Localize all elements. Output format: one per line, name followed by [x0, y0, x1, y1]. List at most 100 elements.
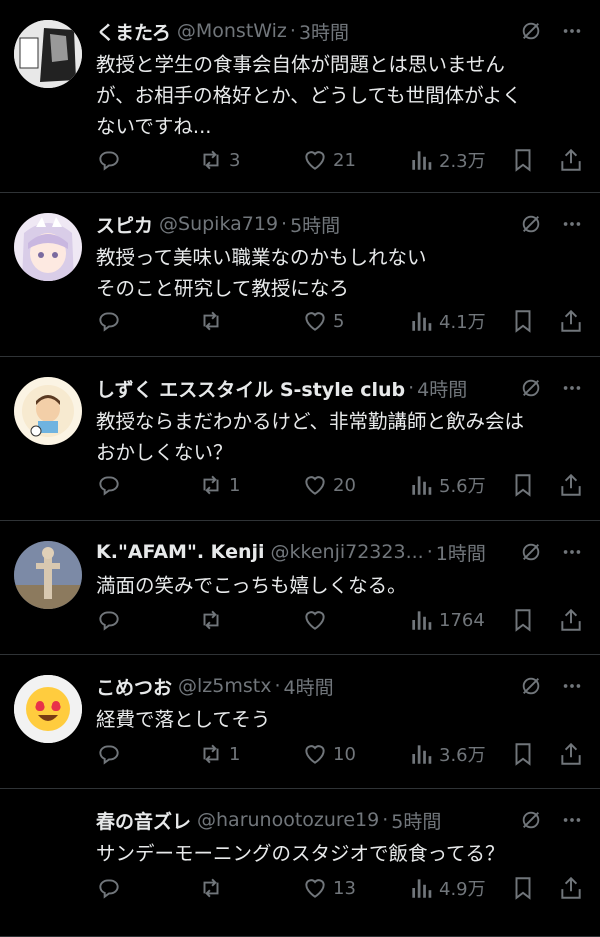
grok-icon[interactable] [520, 20, 542, 42]
tweet[interactable]: くまたろ @MonstWiz · 3時間 教授と学生の食事会自体が問題とは思いま… [0, 0, 600, 193]
timestamp[interactable]: 5時間 [391, 807, 441, 834]
author-name[interactable]: 春の音ズレ [96, 807, 191, 834]
author-handle[interactable]: @kkenji72323... [271, 541, 424, 563]
grok-icon[interactable] [520, 675, 542, 697]
bookmark-icon [515, 609, 531, 632]
view-count: 3.6万 [439, 745, 486, 766]
grok-icon[interactable] [520, 213, 542, 235]
tweet[interactable]: しずく エススタイル S-style club · 4時間 教授ならまだわかるけ… [0, 357, 600, 521]
views-button[interactable]: 3.6万 [408, 741, 486, 767]
tweet[interactable]: 春の音ズレ @harunootozure19 · 5時間 サンデーモーニングのス… [0, 789, 600, 937]
share-button[interactable] [558, 147, 584, 173]
like-button[interactable]: 21 [302, 147, 356, 173]
retweet-icon [203, 150, 219, 170]
bookmark-button[interactable] [510, 308, 536, 334]
tweet-text: 経費で落としてそう [96, 708, 271, 731]
like-button[interactable] [302, 607, 333, 633]
bookmark-button[interactable] [510, 741, 536, 767]
bookmark-button[interactable] [510, 472, 536, 498]
like-count: 13 [333, 877, 356, 899]
bookmark-button[interactable] [510, 875, 536, 901]
grok-icon[interactable] [520, 809, 542, 831]
author-name[interactable]: くまたろ [96, 18, 171, 45]
tweet[interactable]: スピカ @Supika719 · 5時間 教授って美味い職業なのかもしれない そ… [0, 193, 600, 357]
reply-button[interactable] [96, 607, 122, 633]
more-options-icon[interactable] [560, 541, 584, 563]
tweet-text: 教授って美味い職業なのかもしれない そのこと研究して教授になろ [96, 246, 427, 300]
like-button[interactable]: 13 [302, 875, 356, 901]
tweet[interactable]: こめつお @lz5mstx · 4時間 経費で落としてそう 1 10 3.6万 [0, 655, 600, 789]
reply-icon [99, 151, 119, 171]
views-button[interactable]: 2.3万 [408, 147, 486, 173]
timestamp[interactable]: 4時間 [284, 673, 334, 700]
timestamp[interactable]: 5時間 [290, 211, 340, 238]
reply-button[interactable] [96, 147, 122, 173]
analytics-icon [412, 745, 432, 764]
share-icon [561, 309, 581, 332]
share-button[interactable] [558, 741, 584, 767]
avatar[interactable] [14, 20, 82, 88]
author-handle[interactable]: @lz5mstx [178, 675, 271, 697]
share-button[interactable] [558, 875, 584, 901]
reply-button[interactable] [96, 875, 122, 901]
retweet-button[interactable]: 1 [198, 472, 240, 498]
bookmark-button[interactable] [510, 147, 536, 173]
heart-icon [305, 151, 325, 170]
avatar[interactable] [14, 675, 82, 743]
like-button[interactable]: 10 [302, 741, 356, 767]
reply-icon [99, 476, 119, 496]
grok-icon[interactable] [520, 541, 542, 563]
reply-button[interactable] [96, 472, 122, 498]
grok-icon[interactable] [520, 377, 542, 399]
retweet-button[interactable]: 3 [198, 147, 240, 173]
author-handle[interactable]: @MonstWiz [177, 20, 287, 42]
action-bar: 1 10 3.6万 [96, 739, 586, 769]
more-options-icon[interactable] [560, 377, 584, 399]
timestamp[interactable]: 4時間 [417, 375, 467, 402]
author-name[interactable]: スピカ [96, 211, 153, 238]
author-name[interactable]: K."AFAM". Kenji [96, 541, 265, 563]
reply-feed: くまたろ @MonstWiz · 3時間 教授と学生の食事会自体が問題とは思いま… [0, 0, 600, 937]
share-button[interactable] [558, 607, 584, 633]
retweet-button[interactable]: 1 [198, 741, 240, 767]
separator-dot: · [382, 809, 389, 831]
more-options-icon[interactable] [560, 675, 584, 697]
share-button[interactable] [558, 472, 584, 498]
avatar[interactable] [14, 213, 82, 281]
retweet-button[interactable] [198, 607, 229, 633]
bookmark-icon [515, 877, 531, 900]
like-button[interactable]: 20 [302, 472, 356, 498]
timestamp[interactable]: 1時間 [436, 539, 486, 566]
author-name[interactable]: しずく エススタイル S-style club [96, 375, 405, 402]
avatar[interactable] [14, 541, 82, 609]
author-handle[interactable]: @harunootozure19 [197, 809, 379, 831]
views-button[interactable]: 4.1万 [408, 308, 486, 334]
author-name[interactable]: こめつお [96, 673, 172, 700]
views-button[interactable]: 4.9万 [408, 875, 486, 901]
separator-dot: · [289, 20, 296, 42]
author-handle[interactable]: @Supika719 [159, 213, 278, 235]
retweet-count: 1 [229, 743, 241, 765]
more-options-icon[interactable] [560, 809, 584, 831]
avatar[interactable] [14, 809, 82, 877]
more-options-icon[interactable] [560, 20, 584, 42]
timestamp[interactable]: 3時間 [299, 18, 349, 45]
reply-icon [99, 745, 119, 765]
views-button[interactable]: 1764 [408, 607, 485, 633]
views-button[interactable]: 5.6万 [408, 472, 486, 498]
share-button[interactable] [558, 308, 584, 334]
tweet[interactable]: K."AFAM". Kenji @kkenji72323... · 1時間 満面… [0, 521, 600, 655]
avatar[interactable] [14, 377, 82, 445]
action-bar: 5 4.1万 [96, 306, 586, 336]
reply-button[interactable] [96, 741, 122, 767]
retweet-button[interactable] [198, 875, 229, 901]
heart-icon [305, 611, 325, 630]
like-button[interactable]: 5 [302, 308, 344, 334]
like-count: 10 [333, 743, 356, 765]
more-options-icon[interactable] [560, 213, 584, 235]
reply-button[interactable] [96, 308, 122, 334]
heart-icon [305, 312, 325, 331]
retweet-icon [203, 744, 219, 764]
retweet-button[interactable] [198, 308, 229, 334]
bookmark-button[interactable] [510, 607, 536, 633]
